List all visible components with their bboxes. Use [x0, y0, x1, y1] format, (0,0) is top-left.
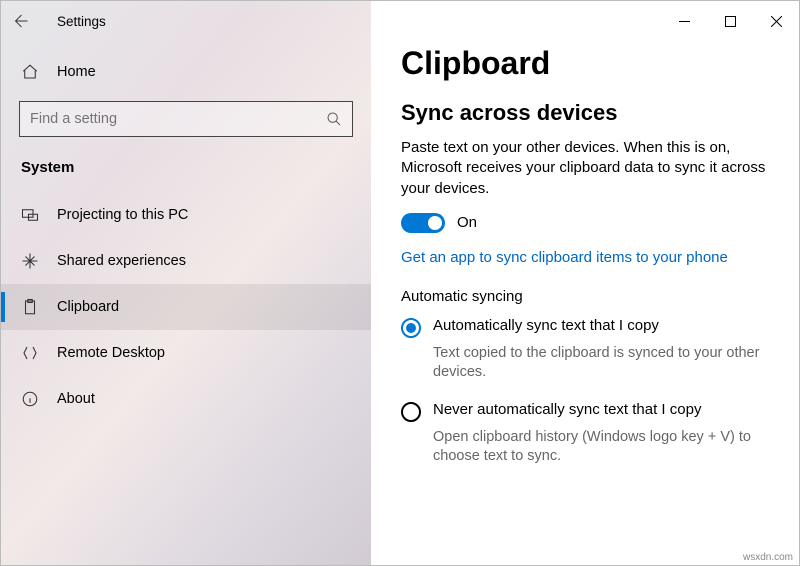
search-input-container[interactable] — [19, 101, 353, 137]
radio-label: Automatically sync text that I copy — [433, 317, 659, 334]
page-title: Clipboard — [401, 45, 769, 82]
titlebar-right — [371, 1, 799, 41]
radio-option-never-sync[interactable]: Never automatically sync text that I cop… — [401, 401, 769, 422]
radio-desc: Open clipboard history (Windows logo key… — [433, 428, 769, 467]
maximize-button[interactable] — [707, 6, 753, 36]
sidebar-item-label: Shared experiences — [57, 253, 186, 269]
sidebar-panel: Settings Home System — [1, 1, 371, 565]
content-area: Clipboard Sync across devices Paste text… — [371, 41, 799, 495]
projecting-icon — [21, 206, 39, 224]
settings-window: Settings Home System — [0, 0, 800, 566]
sidebar-item-about[interactable]: About — [1, 376, 371, 422]
sidebar-item-shared-experiences[interactable]: Shared experiences — [1, 238, 371, 284]
sync-toggle[interactable] — [401, 213, 445, 233]
minimize-button[interactable] — [661, 6, 707, 36]
radio-desc: Text copied to the clipboard is synced t… — [433, 344, 769, 383]
titlebar-left: Settings — [1, 1, 371, 41]
radio-never-sync[interactable] — [401, 402, 421, 422]
home-icon — [21, 63, 39, 81]
search-icon — [326, 111, 342, 127]
radio-option-auto-sync[interactable]: Automatically sync text that I copy — [401, 317, 769, 338]
get-app-link[interactable]: Get an app to sync clipboard items to yo… — [401, 249, 728, 266]
remote-desktop-icon — [21, 344, 39, 362]
automatic-syncing-heading: Automatic syncing — [401, 288, 769, 305]
sidebar-item-label: Projecting to this PC — [57, 207, 188, 223]
watermark: wsxdn.com — [743, 552, 793, 563]
search-input[interactable] — [30, 111, 311, 127]
sidebar-section-header: System — [1, 155, 371, 192]
clipboard-icon — [21, 298, 39, 316]
sidebar-item-clipboard[interactable]: Clipboard — [1, 284, 371, 330]
sync-toggle-label: On — [457, 214, 477, 231]
radio-auto-sync[interactable] — [401, 318, 421, 338]
home-nav[interactable]: Home — [1, 49, 371, 95]
sync-description: Paste text on your other devices. When t… — [401, 138, 769, 199]
back-icon[interactable] — [11, 12, 29, 30]
section-title: Sync across devices — [401, 100, 769, 126]
sidebar-item-label: Clipboard — [57, 299, 119, 315]
window-title: Settings — [57, 14, 106, 29]
home-label: Home — [57, 64, 96, 80]
close-button[interactable] — [753, 6, 799, 36]
shared-experiences-icon — [21, 252, 39, 270]
sync-toggle-row: On — [401, 213, 769, 233]
content-panel: Clipboard Sync across devices Paste text… — [371, 1, 799, 565]
sidebar-item-projecting[interactable]: Projecting to this PC — [1, 192, 371, 238]
about-icon — [21, 390, 39, 408]
sidebar-item-remote-desktop[interactable]: Remote Desktop — [1, 330, 371, 376]
sidebar-item-label: About — [57, 391, 95, 407]
sidebar-item-label: Remote Desktop — [57, 345, 165, 361]
radio-label: Never automatically sync text that I cop… — [433, 401, 701, 418]
